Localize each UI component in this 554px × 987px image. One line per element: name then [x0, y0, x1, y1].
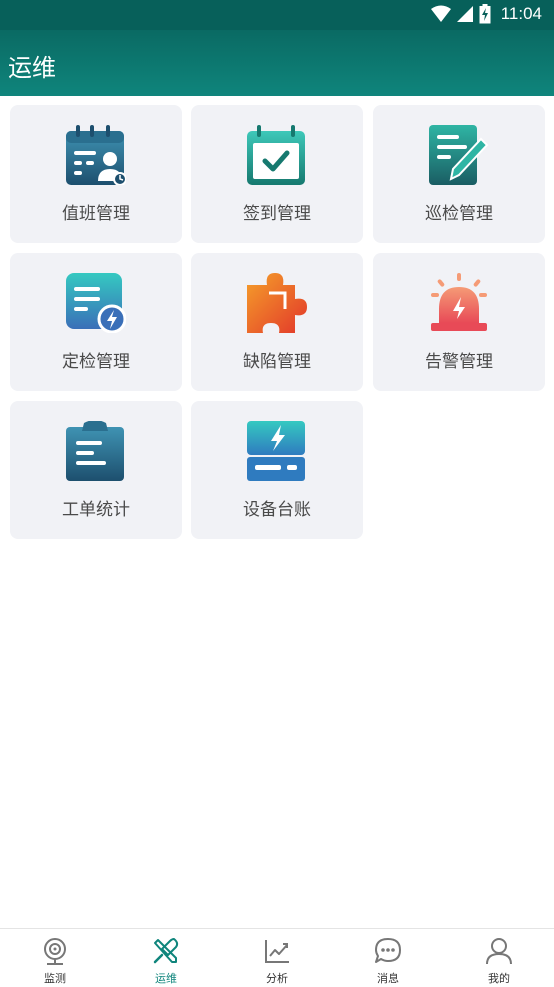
battery-icon	[479, 4, 491, 24]
nav-item-messages[interactable]: 消息	[333, 929, 443, 987]
tile-label: 签到管理	[243, 204, 311, 224]
nav-label: 分析	[266, 972, 288, 985]
tile-defect-management[interactable]: 缺陷管理	[191, 253, 363, 391]
equipment-ledger-icon	[247, 421, 305, 481]
alarm-siren-icon	[431, 273, 487, 331]
tile-label: 设备台账	[243, 500, 311, 520]
app-bar: 运维	[0, 30, 554, 96]
wifi-icon	[430, 5, 451, 22]
checkin-calendar-icon	[247, 125, 305, 185]
monitor-camera-icon	[44, 938, 66, 965]
nav-label: 运维	[155, 972, 177, 985]
nav-item-profile[interactable]: 我的	[444, 929, 554, 987]
page-title: 运维	[8, 54, 56, 82]
nav-item-monitor[interactable]: 监测	[0, 929, 110, 987]
tile-inspection-management[interactable]: 巡检管理	[373, 105, 545, 243]
tools-icon	[153, 938, 179, 964]
bottom-navigation: 监测 运维 分析 消息 我的	[0, 928, 554, 987]
nav-label: 监测	[44, 972, 66, 985]
nav-label: 我的	[488, 972, 510, 985]
tile-label: 定检管理	[62, 352, 130, 372]
tile-work-order-statistics[interactable]: 工单统计	[10, 401, 182, 539]
tile-scheduled-inspection-management[interactable]: 定检管理	[10, 253, 182, 391]
tile-equipment-ledger[interactable]: 设备台账	[191, 401, 363, 539]
inspection-document-icon	[429, 125, 489, 185]
nav-item-operations[interactable]: 运维	[111, 929, 221, 987]
tile-label: 工单统计	[62, 500, 130, 520]
tile-duty-management[interactable]: 值班管理	[10, 105, 182, 243]
tile-checkin-management[interactable]: 签到管理	[191, 105, 363, 243]
work-order-clipboard-icon	[66, 421, 124, 481]
tile-label: 巡检管理	[425, 204, 493, 224]
analysis-chart-icon	[265, 940, 289, 963]
tile-label: 值班管理	[62, 204, 130, 224]
nav-item-analysis[interactable]: 分析	[222, 929, 332, 987]
nav-label: 消息	[377, 972, 399, 985]
user-profile-icon	[486, 938, 512, 965]
duty-calendar-icon	[66, 125, 126, 185]
tile-label: 缺陷管理	[243, 352, 311, 372]
message-bubble-icon	[375, 938, 401, 963]
signal-icon	[456, 6, 473, 22]
scheduled-inspection-icon	[66, 273, 126, 333]
tile-alarm-management[interactable]: 告警管理	[373, 253, 545, 391]
status-time: 11:04	[500, 4, 542, 23]
defect-puzzle-icon	[247, 273, 307, 333]
status-bar: 11:04	[0, 0, 554, 30]
tile-label: 告警管理	[425, 352, 493, 372]
